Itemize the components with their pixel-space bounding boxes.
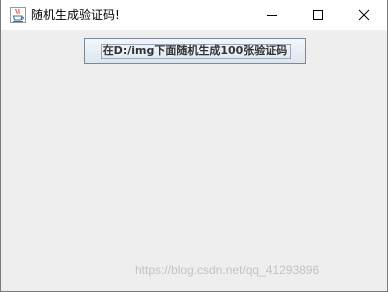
close-button[interactable] bbox=[341, 0, 387, 30]
generate-captcha-button-label: 在D:/img下面随机生成100张验证码 bbox=[102, 44, 288, 57]
minimize-icon bbox=[266, 6, 278, 25]
close-icon bbox=[358, 6, 370, 25]
title-bar[interactable]: 随机生成验证码! bbox=[1, 0, 387, 30]
app-window: 随机生成验证码! 在D:/img下面随机生成100张验证码 https://bl… bbox=[0, 0, 388, 292]
window-title: 随机生成验证码! bbox=[31, 8, 120, 22]
maximize-icon bbox=[312, 6, 324, 25]
watermark-text: https://blog.csdn.net/qq_41293896 bbox=[135, 263, 320, 277]
minimize-button[interactable] bbox=[249, 0, 295, 30]
content-panel: 在D:/img下面随机生成100张验证码 https://blog.csdn.n… bbox=[1, 30, 387, 291]
java-coffee-cup-icon[interactable] bbox=[10, 7, 26, 23]
maximize-button[interactable] bbox=[295, 0, 341, 30]
generate-captcha-button[interactable]: 在D:/img下面随机生成100张验证码 bbox=[84, 38, 306, 64]
